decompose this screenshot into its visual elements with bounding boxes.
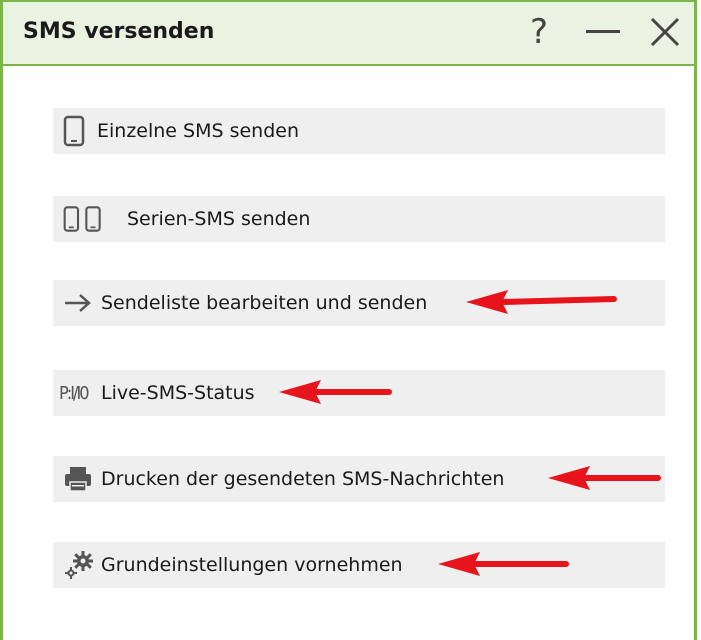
send-serial-sms-button[interactable]: Serien-SMS senden — [53, 196, 665, 242]
window-title: SMS versenden — [23, 19, 215, 44]
status-icon-text: P:I/I0 — [59, 382, 89, 404]
help-button[interactable]: ? — [517, 10, 561, 54]
two-phones-icon — [53, 196, 103, 242]
arrow-right-icon — [53, 280, 97, 326]
minimize-icon — [586, 30, 620, 33]
menu-item-label: Einzelne SMS senden — [97, 120, 300, 142]
close-button[interactable] — [643, 10, 687, 54]
annotation-arrow-icon — [279, 380, 392, 404]
basic-settings-button[interactable]: Grundeinstellungen vornehmen — [53, 542, 665, 588]
title-bar: SMS versenden ? — [3, 2, 694, 66]
annotation-arrow-icon — [466, 290, 617, 314]
close-icon — [650, 17, 680, 47]
gears-icon — [53, 542, 97, 588]
menu-item-label: Drucken der gesendeten SMS-Nachrichten — [101, 468, 505, 490]
menu-item-label: Sendeliste bearbeiten und senden — [101, 292, 428, 314]
send-single-sms-button[interactable]: Einzelne SMS senden — [53, 108, 665, 154]
annotation-arrow-icon — [548, 466, 661, 490]
menu-item-label: Grundeinstellungen vornehmen — [101, 554, 403, 576]
phone-icon — [53, 108, 97, 154]
status-icon: P:I/I0 — [53, 370, 97, 416]
annotation-arrow-icon — [438, 552, 569, 576]
printer-icon — [53, 456, 97, 502]
menu-item-label: Serien-SMS senden — [127, 208, 311, 230]
menu-item-label: Live-SMS-Status — [101, 382, 255, 404]
minimize-button[interactable] — [581, 10, 625, 54]
